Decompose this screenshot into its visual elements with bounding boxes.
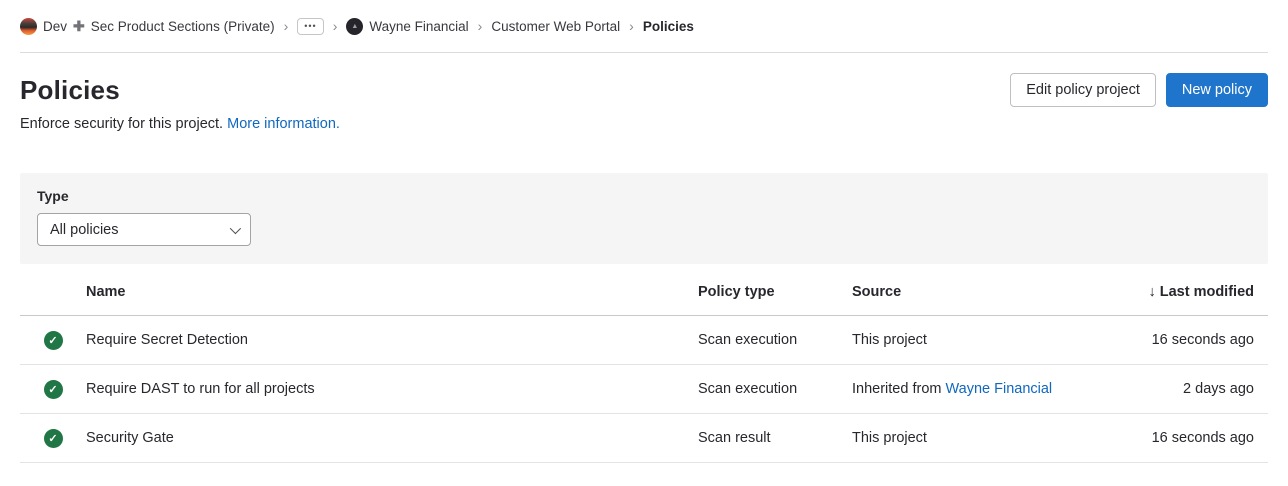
policy-source: This project [852,332,927,348]
plus-icon: ✚ [73,17,85,34]
policy-enabled-check-icon: ✓ [43,330,63,350]
policy-filter-panel: Type All policies [20,173,1268,264]
chevron-right-icon: › [629,18,634,34]
parent-group-name: Wayne Financial [369,18,469,34]
page-description: Enforce security for this project. [20,116,224,132]
chevron-right-icon: › [477,18,483,34]
group-name-prefix: Dev [43,18,68,34]
table-header-row: Name Policy type Source ↓ Last modified [20,269,1268,316]
project-name: Customer Web Portal [491,18,621,34]
policy-name: Require Secret Detection [86,332,248,348]
table-row[interactable]: ✓ Security Gate Scan result This project… [20,414,1268,463]
type-filter-label: Type [37,188,69,204]
page-title: Policies [20,74,120,105]
group-name-suffix: Sec Product Sections (Private) [90,18,275,34]
chevron-right-icon: › [332,18,338,34]
breadcrumb: Dev ✚ Sec Product Sections (Private) › •… [20,0,1268,53]
policy-last-modified: 16 seconds ago [1151,430,1254,446]
breadcrumb-bar: Dev ✚ Sec Product Sections (Private) › •… [0,0,1288,53]
policy-source: This project [852,430,927,446]
breadcrumb-item-group[interactable]: Dev ✚ Sec Product Sections (Private) [20,17,275,35]
chevron-right-icon: › [283,18,289,34]
policy-enabled-check-icon: ✓ [43,428,63,448]
policy-name: Require DAST to run for all projects [86,381,315,397]
more-information-link[interactable]: More information. [227,116,340,132]
column-header-name: Name [86,284,126,300]
policy-enabled-check-icon: ✓ [43,379,63,399]
sort-descending-icon: ↓ [1148,284,1156,300]
policy-type: Scan execution [698,332,798,348]
column-header-last-modified[interactable]: ↓ Last modified [1123,284,1268,300]
chevron-down-icon [229,222,242,234]
policy-type-dropdown-value: All policies [50,221,119,238]
column-header-policy-type: Policy type [698,284,775,300]
policy-type: Scan execution [698,381,798,397]
policy-name: Security Gate [86,430,174,446]
policy-source: Inherited from Wayne Financial [852,381,1053,397]
group-avatar [20,17,37,35]
policy-type: Scan result [698,430,771,446]
table-row[interactable]: ✓ Require DAST to run for all projects S… [20,365,1268,414]
breadcrumb-ellipsis-button[interactable]: ••• [297,17,324,35]
policy-type-dropdown[interactable]: All policies [37,213,251,246]
breadcrumb-item-project[interactable]: Customer Web Portal [491,19,620,34]
policies-table: Name Policy type Source ↓ Last modified ✓… [20,269,1268,463]
inherited-source-link[interactable]: Wayne Financial [946,381,1053,397]
table-row[interactable]: ✓ Require Secret Detection Scan executio… [20,316,1268,365]
wayne-financial-avatar: ▲ [346,17,364,35]
policy-last-modified: 2 days ago [1183,381,1254,397]
policy-last-modified: 16 seconds ago [1151,332,1254,348]
breadcrumb-item-parent-group[interactable]: ▲ Wayne Financial [346,17,469,35]
column-header-source: Source [852,284,902,300]
breadcrumb-item-current: Policies [642,18,694,34]
new-policy-button[interactable]: New policy [1165,73,1268,107]
edit-policy-project-button[interactable]: Edit policy project [1010,73,1156,107]
